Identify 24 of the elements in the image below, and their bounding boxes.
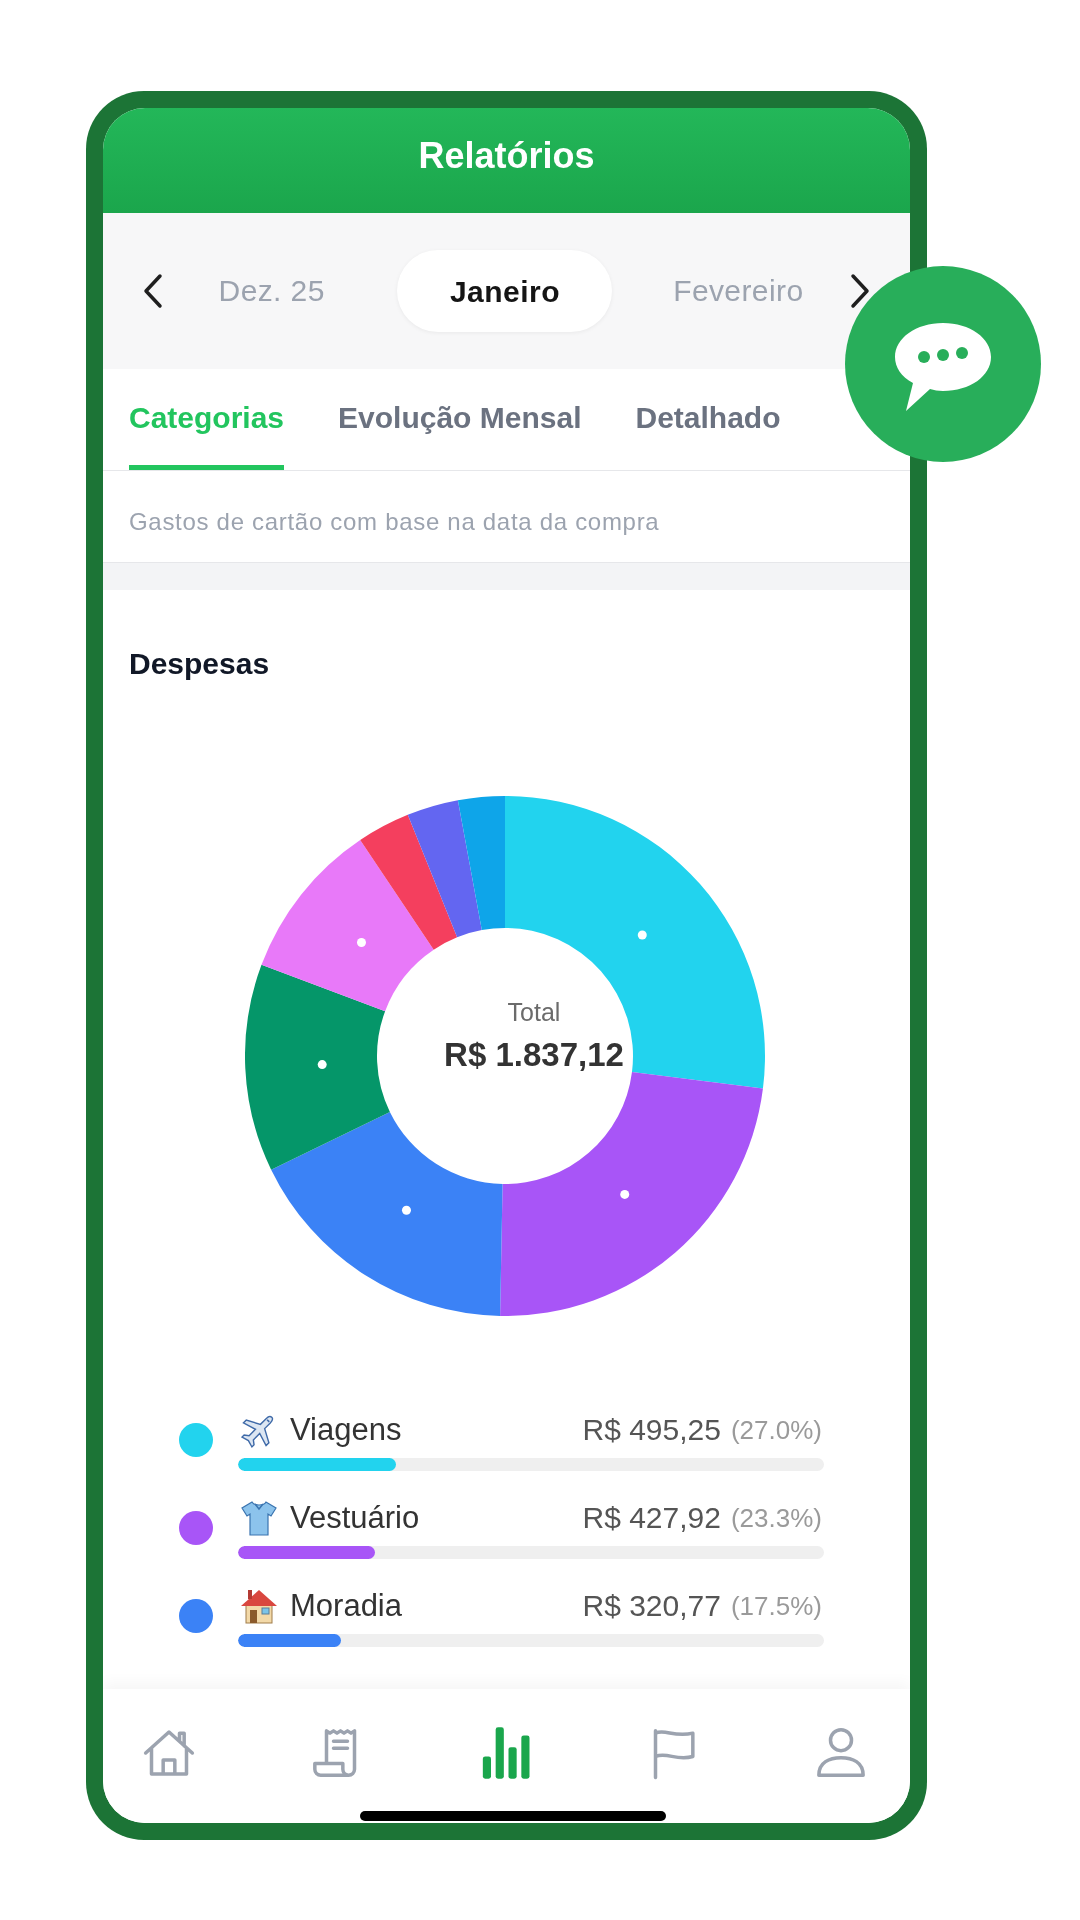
chevron-left-icon[interactable] — [141, 273, 165, 309]
category-percent: (17.5%) — [730, 1589, 822, 1622]
slice-marker-icon — [317, 1060, 327, 1070]
category-amount: R$ 495,25 — [582, 1411, 721, 1448]
category-name: Vestuário — [290, 1499, 420, 1536]
category-name: Viagens — [290, 1411, 402, 1448]
chevron-right-icon[interactable] — [848, 273, 872, 309]
category-amount: R$ 320,77 — [582, 1587, 721, 1624]
section-title: Despesas — [128, 646, 271, 682]
category-percent: (23.3%) — [730, 1501, 822, 1534]
total-label: Total — [507, 997, 561, 1027]
tab[interactable]: Detalhado — [635, 400, 781, 470]
month-tab[interactable]: Janeiro — [397, 250, 613, 332]
tab[interactable]: Evolução Mensal — [338, 400, 582, 470]
category-percent: (27.0%) — [730, 1413, 822, 1446]
slice-marker-icon — [401, 1205, 411, 1215]
screen-title: Relatórios — [418, 134, 595, 177]
date-basis-note: Gastos de cartão com base na data da compra — [129, 507, 660, 536]
total-value: R$ 1.837,12 — [444, 1035, 624, 1075]
slice-marker-icon — [637, 930, 647, 940]
slice-marker-icon — [356, 938, 366, 947]
category-name: Moradia — [290, 1587, 402, 1624]
slice-marker-icon — [620, 1189, 630, 1199]
category-amount: R$ 427,92 — [582, 1499, 721, 1536]
